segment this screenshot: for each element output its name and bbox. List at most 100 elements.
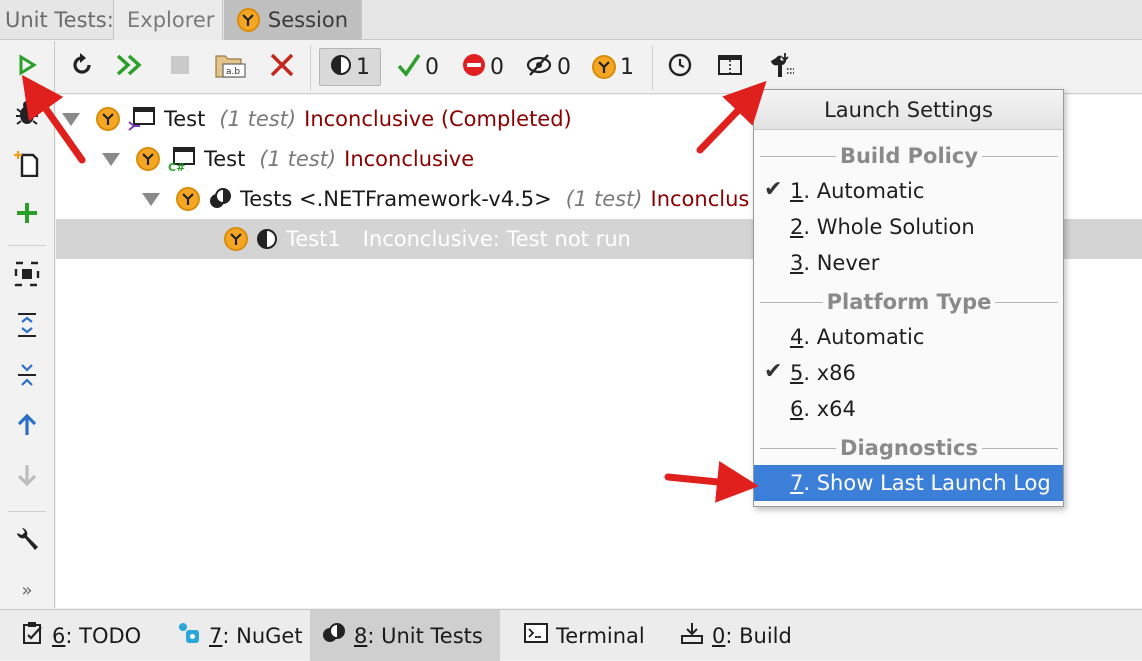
- menu-item-label: . x64: [803, 397, 856, 421]
- terminal-icon: [524, 622, 548, 649]
- tool-window-terminal[interactable]: Terminal: [512, 610, 657, 661]
- checkmark-icon: ✔: [764, 177, 783, 202]
- menu-item-label: . Whole Solution: [803, 215, 975, 239]
- svg-text:a.b: a.b: [226, 67, 240, 77]
- split-view-button[interactable]: [712, 48, 748, 86]
- filter-passed-button[interactable]: 0: [394, 48, 442, 86]
- add-button[interactable]: [11, 199, 43, 231]
- filter-unknown-button[interactable]: 1: [589, 48, 637, 86]
- next-button[interactable]: [11, 461, 43, 493]
- launch-settings-button[interactable]: [762, 48, 798, 86]
- menu-item-key: 5: [790, 361, 804, 385]
- stop-button[interactable]: [162, 48, 198, 86]
- tree-row-name: Tests <.NETFramework-v4.5>: [240, 187, 552, 211]
- expand-toggle[interactable]: [102, 152, 120, 166]
- more-chevron-icon[interactable]: »: [11, 578, 43, 602]
- tree-row-name: Test: [164, 107, 206, 131]
- menu-item-key: 7: [790, 471, 804, 495]
- tree-row-count: (1 test): [259, 147, 337, 171]
- failed-icon: [462, 53, 486, 82]
- csharp-project-icon: C#: [168, 146, 196, 172]
- unit-tests-tab-strip: Unit Tests: Explorer Session: [0, 0, 1142, 40]
- rerun-button[interactable]: [64, 48, 100, 86]
- menu-item-build-automatic[interactable]: ✔ 1. Automatic: [754, 173, 1063, 209]
- ignored-count: 0: [557, 54, 571, 80]
- menu-item-label: . Automatic: [803, 179, 925, 203]
- checkmark-icon: [397, 52, 421, 83]
- menu-item-build-whole-solution[interactable]: 2. Whole Solution: [754, 209, 1063, 245]
- tree-row-status: Inconclusive: [344, 147, 475, 171]
- run-button[interactable]: [11, 51, 43, 83]
- unknown-status-icon: [592, 55, 616, 79]
- expand-focus-button[interactable]: [11, 260, 43, 292]
- menu-group-platform-type: Platform Type: [760, 287, 1058, 317]
- menu-item-build-never[interactable]: 3. Never: [754, 245, 1063, 281]
- tool-window-label: : NuGet: [222, 623, 303, 648]
- filter-failed-button[interactable]: 0: [459, 48, 507, 86]
- half-circle-icon: [330, 54, 352, 81]
- wrench-icon: [14, 526, 40, 557]
- tool-window-label: Terminal: [556, 623, 645, 648]
- left-tool-sidebar: »: [0, 41, 55, 608]
- menu-item-key: 2: [790, 215, 804, 239]
- menu-item-platform-automatic[interactable]: 4. Automatic: [754, 319, 1063, 355]
- arrow-down-icon: [16, 463, 38, 492]
- tool-window-nuget[interactable]: 7: NuGet: [165, 610, 315, 661]
- collapse-all-button[interactable]: [11, 361, 43, 393]
- half-circle-icon: [256, 228, 278, 250]
- debug-button[interactable]: [11, 99, 43, 131]
- failed-count: 0: [490, 54, 504, 80]
- menu-item-show-last-launch-log[interactable]: 7. Show Last Launch Log: [754, 465, 1063, 501]
- export-button[interactable]: a.b: [212, 48, 250, 86]
- folder-ab-icon: a.b: [215, 51, 247, 84]
- tab-explorer[interactable]: Explorer: [113, 0, 223, 40]
- menu-item-label: . x86: [803, 361, 856, 385]
- nuget-icon: [177, 621, 201, 650]
- remove-button[interactable]: [264, 48, 300, 86]
- todo-icon: [22, 621, 44, 650]
- svg-text:C#: C#: [168, 161, 185, 172]
- previous-button[interactable]: [11, 411, 43, 443]
- clock-icon: [668, 53, 692, 82]
- filter-ignored-button[interactable]: 0: [523, 48, 573, 86]
- arrow-up-icon: [16, 413, 38, 442]
- menu-group-title: Build Policy: [839, 144, 979, 168]
- tool-window-label: : Unit Tests: [367, 623, 483, 648]
- double-play-icon: [115, 53, 145, 82]
- menu-group-diagnostics: Diagnostics: [760, 433, 1058, 463]
- menu-item-platform-x64[interactable]: 6. x64: [754, 391, 1063, 427]
- inconclusive-count: 1: [356, 54, 370, 80]
- cover-button[interactable]: [11, 149, 43, 181]
- expand-all-button[interactable]: [11, 311, 43, 343]
- build-icon: [680, 621, 704, 650]
- expand-all-icon: [16, 312, 38, 343]
- menu-item-platform-x86[interactable]: ✔ 5. x86: [754, 355, 1063, 391]
- history-button[interactable]: [662, 48, 698, 86]
- play-icon: [17, 53, 37, 81]
- run-all-button[interactable]: [112, 48, 148, 86]
- tree-row-count: (1 test): [565, 187, 643, 211]
- tab-session[interactable]: Session: [224, 0, 362, 40]
- tool-window-todo[interactable]: 6: TODO: [10, 610, 153, 661]
- menu-group-title: Diagnostics: [840, 436, 978, 460]
- menu-item-label: . Show Last Launch Log: [803, 471, 1051, 495]
- tree-row-name: Test1: [286, 227, 341, 251]
- unknown-status-icon: [176, 187, 200, 211]
- tool-window-unit-tests[interactable]: 8: Unit Tests: [310, 610, 500, 661]
- tool-window-build[interactable]: 0: Build: [668, 610, 804, 661]
- menu-group-title: Platform Type: [826, 290, 992, 314]
- expand-toggle[interactable]: [142, 192, 160, 206]
- new-session-icon: [14, 149, 40, 182]
- unknown-count: 1: [620, 54, 634, 80]
- menu-item-label: . Never: [803, 251, 880, 275]
- unknown-status-icon: [237, 8, 260, 32]
- filter-inconclusive-button[interactable]: 1: [319, 48, 381, 86]
- eye-slash-icon: [525, 53, 553, 82]
- expand-toggle[interactable]: [62, 112, 80, 126]
- plus-icon: [15, 201, 39, 230]
- menu-item-key: 3: [790, 251, 804, 275]
- passed-count: 0: [425, 54, 439, 80]
- bug-icon: [14, 99, 40, 132]
- tree-row-status: Inconclusive: Test not run: [362, 227, 631, 251]
- settings-button[interactable]: [11, 525, 43, 557]
